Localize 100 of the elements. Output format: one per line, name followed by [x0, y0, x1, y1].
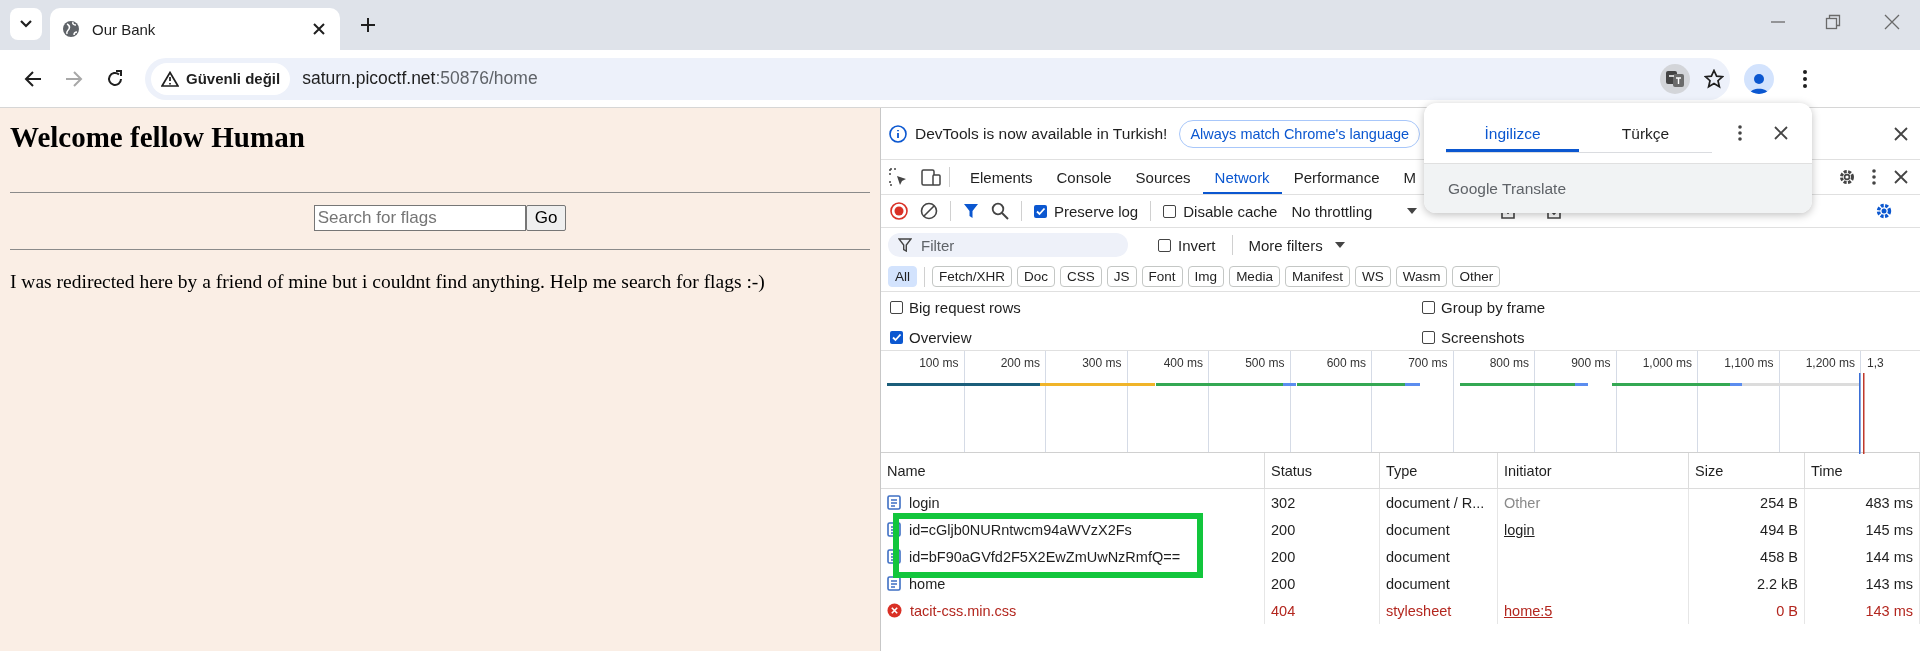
filter-icon[interactable]	[963, 203, 979, 219]
tick-label: 1,000 ms	[1642, 356, 1692, 370]
table-cell: document / R...	[1386, 494, 1485, 511]
type-filter-chip[interactable]: Font	[1141, 266, 1183, 287]
tick-label: 800 ms	[1489, 356, 1529, 370]
more-filters-dropdown[interactable]: More filters	[1248, 236, 1323, 254]
more-dots-icon[interactable]	[1738, 125, 1742, 141]
panel-tab[interactable]: Network	[1202, 160, 1282, 194]
checkbox[interactable]	[1163, 204, 1177, 218]
checkbox[interactable]	[1034, 204, 1047, 218]
type-filter-chip[interactable]: Fetch/XHR	[932, 266, 1013, 287]
option-label[interactable]: Big request rows	[909, 298, 1021, 316]
more-dots-icon[interactable]	[1872, 169, 1876, 185]
type-filter-chip[interactable]: WS	[1354, 266, 1391, 287]
column-header[interactable]: Time	[1811, 462, 1843, 479]
tick-label: 100 ms	[919, 356, 959, 370]
panel-tab[interactable]: Sources	[1123, 160, 1203, 194]
notice-text: DevTools is now available in Turkish!	[915, 124, 1168, 143]
warning-icon	[161, 70, 179, 87]
clear-icon[interactable]	[920, 202, 938, 220]
table-cell: 144 ms	[1865, 548, 1913, 565]
type-filter-chip[interactable]: Media	[1229, 266, 1280, 287]
table-cell: 143 ms	[1865, 602, 1913, 619]
panel-tab[interactable]: M	[1391, 160, 1428, 194]
address-bar[interactable]: Güvenli değil saturn.picoctf.net:50876/home	[145, 57, 1730, 100]
page-heading: Welcome fellow Human	[10, 120, 305, 155]
checkbox[interactable]	[890, 300, 903, 314]
table-cell: document	[1386, 521, 1450, 538]
gear-icon[interactable]	[1838, 168, 1856, 186]
table-cell: 200	[1271, 575, 1296, 592]
checkbox-label[interactable]: Invert	[1178, 236, 1216, 254]
option-label[interactable]: Group by frame	[1441, 298, 1546, 316]
table-cell: document	[1386, 575, 1450, 592]
initiator-link[interactable]: login	[1504, 521, 1535, 538]
tab-search-button[interactable]	[10, 8, 42, 40]
device-icon[interactable]	[921, 168, 941, 186]
checkbox[interactable]	[1158, 238, 1171, 252]
request-name[interactable]: tacit-css.min.css	[910, 602, 1017, 619]
initiator-link[interactable]: home:5	[1504, 602, 1553, 619]
checkbox[interactable]	[1422, 300, 1435, 314]
column-header[interactable]: Type	[1386, 462, 1418, 479]
browser-tab[interactable]: Our Bank	[50, 8, 340, 50]
caret-down-icon[interactable]	[1334, 242, 1345, 248]
info-icon	[889, 124, 907, 143]
column-header[interactable]: Name	[887, 462, 926, 479]
column-header[interactable]: Initiator	[1504, 462, 1552, 479]
restore-icon[interactable]	[1825, 14, 1841, 30]
type-filter-chip[interactable]: Manifest	[1284, 266, 1350, 287]
translate-button[interactable]	[1660, 63, 1690, 94]
panel-tab[interactable]: Performance	[1281, 160, 1392, 194]
table-cell: 404	[1271, 602, 1296, 619]
document-icon	[887, 576, 901, 591]
type-filter-chip[interactable]: Wasm	[1395, 266, 1448, 287]
checkbox-label[interactable]: Preserve log	[1054, 202, 1139, 220]
option-label[interactable]: Overview	[909, 328, 972, 346]
filter-field[interactable]: Filter	[888, 233, 1128, 257]
close-icon[interactable]	[1894, 170, 1908, 184]
close-icon[interactable]	[1774, 126, 1788, 140]
arrow-left-icon	[24, 69, 42, 88]
caret-down-icon[interactable]	[1407, 208, 1418, 214]
table-cell: 302	[1271, 494, 1296, 511]
menu-dots-icon[interactable]	[1802, 68, 1808, 89]
checkbox[interactable]	[890, 330, 903, 344]
checkbox[interactable]	[1422, 330, 1435, 344]
profile-avatar[interactable]	[1744, 63, 1774, 94]
option-label[interactable]: Screenshots	[1441, 328, 1525, 346]
match-language-button[interactable]: Always match Chrome's language	[1179, 119, 1421, 148]
type-filter-chip[interactable]: CSS	[1060, 266, 1102, 287]
type-filter-chip[interactable]: Doc	[1017, 266, 1056, 287]
search-icon[interactable]	[991, 202, 1009, 220]
inspect-icon[interactable]	[889, 168, 907, 186]
panel-tab[interactable]: Console	[1044, 160, 1124, 194]
star-icon[interactable]	[1704, 68, 1724, 89]
search-field[interactable]: Search for flags	[313, 205, 526, 231]
request-name[interactable]: id=bF90aGVfd2F5X2EwZmUwNzRmfQ==	[909, 548, 1181, 565]
request-name[interactable]: home	[909, 575, 946, 592]
type-filter-chip[interactable]: All	[888, 266, 917, 287]
language-tab[interactable]: Türkçe	[1579, 119, 1712, 152]
close-icon[interactable]	[1894, 126, 1908, 141]
panel-tab[interactable]: Elements	[958, 160, 1045, 194]
request-name[interactable]: id=cGljb0NURntwcm94aWVzX2Fs	[909, 521, 1132, 538]
table-cell: 494 B	[1760, 521, 1798, 538]
stop-recording-icon[interactable]	[890, 202, 908, 220]
language-tab[interactable]: İngilizce	[1446, 119, 1579, 152]
column-header[interactable]: Size	[1695, 462, 1724, 479]
throttling-select[interactable]: No throttling	[1291, 202, 1396, 220]
tick-label: 700 ms	[1408, 356, 1448, 370]
table-cell: 200	[1271, 548, 1296, 565]
type-filter-chip[interactable]: Other	[1452, 266, 1501, 287]
tick-label: 1,100 ms	[1724, 356, 1774, 370]
document-icon	[887, 522, 901, 537]
gear-icon[interactable]	[1875, 202, 1893, 220]
go-button[interactable]: Go	[525, 205, 567, 231]
column-header[interactable]: Status	[1271, 462, 1313, 479]
type-filter-chip[interactable]: Img	[1187, 266, 1225, 287]
checkbox-label[interactable]: Disable cache	[1183, 202, 1278, 220]
close-icon[interactable]	[312, 22, 326, 36]
type-filter-chip[interactable]: JS	[1106, 266, 1137, 287]
security-chip[interactable]: Güvenli değil	[151, 62, 291, 95]
request-name[interactable]: login	[909, 494, 940, 511]
